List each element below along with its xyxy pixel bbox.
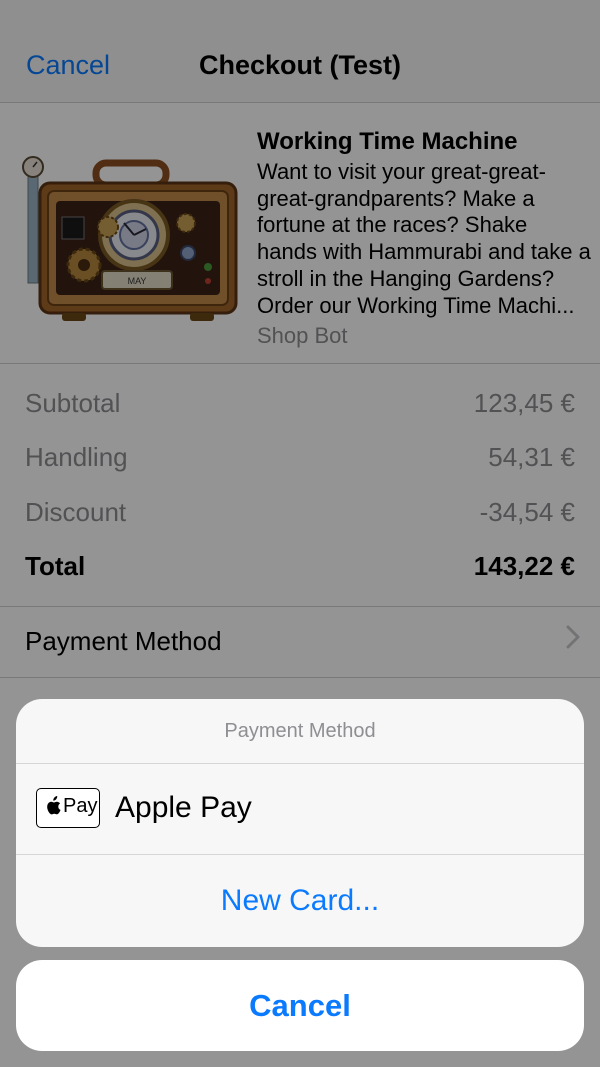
apple-pay-option[interactable]: Pay Apple Pay bbox=[16, 764, 584, 855]
apple-pay-mark: Pay bbox=[36, 788, 100, 828]
action-sheet-title: Payment Method bbox=[16, 699, 584, 764]
apple-pay-label: Apple Pay bbox=[115, 791, 252, 824]
payment-method-action-sheet: Payment Method Pay Apple Pay New Card... bbox=[16, 699, 584, 947]
action-sheet-cancel-button[interactable]: Cancel bbox=[16, 960, 584, 1051]
apple-logo-icon bbox=[47, 796, 61, 815]
apple-pay-mark-text: Pay bbox=[63, 795, 98, 817]
new-card-button[interactable]: New Card... bbox=[16, 855, 584, 947]
